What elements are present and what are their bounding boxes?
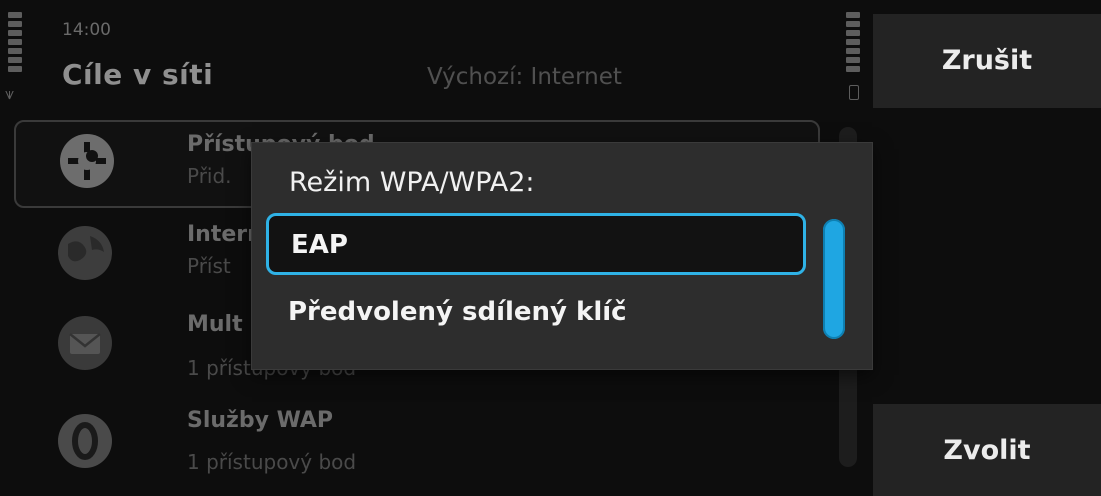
globe-icon [58, 226, 112, 280]
globe-plus-icon [60, 134, 114, 188]
dialog-scrollbar[interactable] [823, 219, 845, 339]
signal-strength-icon [8, 12, 22, 80]
wap-icon [58, 414, 112, 468]
list-item-subtitle: Přid. [187, 164, 232, 188]
option-eap[interactable]: EAP [266, 213, 806, 275]
mms-icon [58, 316, 112, 370]
phone-screen: ⩛ 14:00 Cíle v síti Výchozí: Internet Př… [0, 0, 1101, 496]
list-item[interactable]: Služby WAP 1 přístupový bod [0, 400, 822, 482]
list-item-title: Služby WAP [187, 408, 334, 433]
list-item-subtitle: 1 přístupový bod [187, 450, 357, 474]
option-preshared-key[interactable]: Předvolený sdílený klíč [266, 283, 806, 345]
battery-icon [849, 85, 859, 100]
default-network-label: Výchozí: Internet [427, 64, 622, 90]
list-item-subtitle: Příst [187, 254, 231, 278]
antenna-icon: ⩛ [5, 84, 15, 103]
page-title: Cíle v síti [62, 58, 214, 91]
battery-level-icon [846, 12, 860, 80]
select-button[interactable]: Zvolit [873, 404, 1101, 496]
wpa-mode-dialog: Režim WPA/WPA2: EAP Předvolený sdílený k… [252, 143, 872, 369]
dialog-title: Režim WPA/WPA2: [289, 167, 535, 198]
cancel-button[interactable]: Zrušit [873, 14, 1101, 108]
status-clock: 14:00 [62, 20, 111, 40]
list-item-title: Mult [187, 312, 243, 337]
